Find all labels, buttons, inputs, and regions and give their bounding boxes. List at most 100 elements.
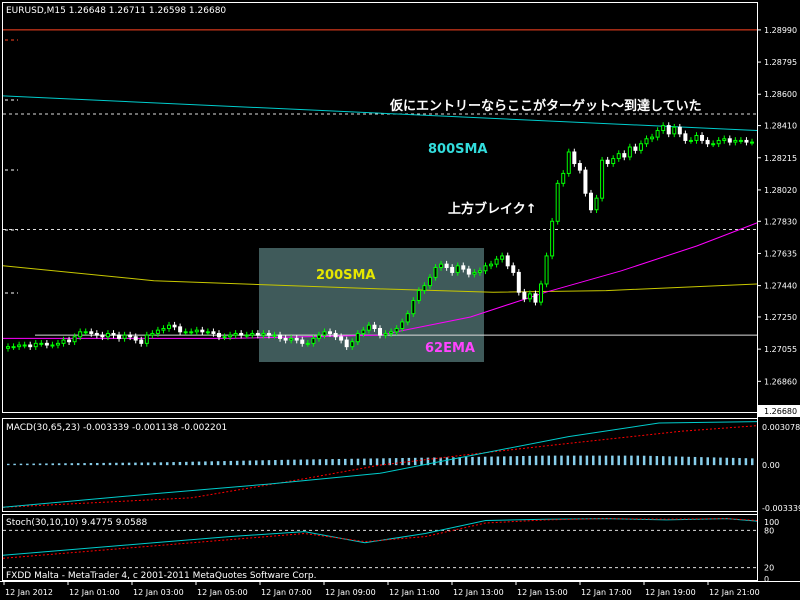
candle-body — [461, 265, 466, 270]
macd-histogram-bar — [337, 458, 341, 466]
macd-histogram-bar — [83, 463, 86, 466]
candle — [733, 137, 738, 146]
candle-body — [133, 336, 138, 341]
candle-body — [100, 334, 105, 338]
candle — [550, 217, 555, 260]
candle — [588, 189, 593, 214]
candle — [738, 137, 743, 144]
candle-body — [339, 336, 344, 341]
candle-body — [405, 313, 410, 323]
macd-histogram-bar — [324, 459, 328, 466]
candle — [150, 330, 155, 339]
macd-histogram-bar — [413, 457, 417, 466]
candle-body — [605, 159, 610, 165]
macd-histogram-bar — [725, 457, 729, 466]
candle — [655, 127, 660, 141]
price-tick-label: 1.27055 — [764, 345, 797, 354]
candle-body — [172, 324, 177, 328]
macd-histogram-bar — [483, 456, 487, 466]
candle-body — [266, 332, 271, 336]
candle-body — [466, 268, 471, 275]
candle — [577, 160, 582, 174]
candle-body — [255, 332, 260, 336]
candle-body — [222, 336, 227, 339]
candle-body — [677, 126, 682, 135]
price-tick-label: 1.28410 — [764, 122, 797, 131]
macd-histogram-bar — [153, 462, 156, 466]
candle-body — [355, 332, 360, 343]
candle — [600, 156, 605, 202]
price-tick-label: 1.28990 — [764, 26, 797, 35]
macd-histogram-bar — [318, 459, 322, 466]
macd-histogram-bar — [464, 457, 468, 466]
candle-body — [550, 220, 555, 257]
macd-histogram-bar — [165, 462, 169, 466]
macd-histogram-bar — [598, 455, 601, 466]
candle-body — [183, 331, 188, 334]
candle-body — [744, 139, 749, 143]
candle-body — [89, 331, 94, 334]
candle-body — [650, 136, 655, 140]
sma800-label: 800SMA — [428, 142, 488, 157]
candle-body — [328, 331, 333, 334]
candle — [666, 122, 671, 138]
candle-body — [433, 266, 438, 278]
candle-body — [505, 255, 510, 267]
candle — [627, 143, 632, 161]
candle-body — [472, 271, 477, 275]
candle-body — [216, 332, 221, 338]
candle — [494, 255, 499, 268]
candle — [605, 156, 610, 167]
macd-chart — [2, 421, 758, 508]
candle-body — [239, 332, 244, 336]
candle-body — [533, 293, 538, 303]
candle — [122, 331, 127, 342]
candle-body — [139, 339, 144, 344]
macd-histogram-bar — [280, 459, 283, 466]
candle-body — [155, 329, 160, 334]
macd-histogram-bar — [687, 456, 690, 466]
time-tick-label: 12 Jan 03:00 — [133, 588, 184, 597]
candle-body — [683, 133, 688, 141]
macd-histogram-bar — [76, 463, 80, 466]
macd-histogram-bar — [204, 461, 207, 466]
candle — [511, 262, 516, 276]
candle-body — [144, 334, 149, 344]
macd-histogram-bar — [681, 456, 684, 466]
candle-body — [500, 255, 505, 260]
candle — [144, 331, 149, 347]
macd-histogram-bar — [13, 463, 16, 466]
candle — [750, 138, 754, 146]
candle-body — [489, 263, 494, 267]
candle — [616, 150, 621, 162]
macd-histogram-bar — [560, 455, 563, 466]
candle — [555, 180, 560, 225]
macd-histogram-bar — [261, 460, 264, 466]
stoch-header: Stoch(30,10,10) 9.4775 9.0588 — [6, 518, 147, 528]
candle — [17, 341, 22, 350]
macd-histogram-bar — [32, 463, 35, 466]
stoch-tick-label: 0 — [764, 575, 769, 584]
candle-body — [205, 331, 210, 334]
macd-histogram-bar — [312, 459, 315, 466]
candle-body — [566, 151, 571, 174]
macd-histogram-bar — [344, 458, 347, 466]
candle — [250, 330, 255, 339]
candle-body — [117, 334, 122, 339]
candle — [200, 326, 205, 336]
macd-histogram-bar — [102, 462, 105, 466]
time-tick-label: 12 Jan 13:00 — [453, 588, 504, 597]
candle — [239, 330, 244, 339]
candle-body — [94, 332, 99, 336]
macd-histogram-bar — [293, 459, 296, 466]
candle-body — [111, 332, 116, 336]
macd-histogram-bar — [267, 460, 271, 466]
candle — [672, 123, 677, 138]
candle-body — [167, 324, 172, 330]
macd-histogram-bar — [185, 461, 188, 466]
macd-histogram-bar — [394, 458, 398, 466]
candle — [183, 328, 188, 336]
candle-body — [711, 143, 716, 146]
macd-histogram-bar — [553, 455, 557, 466]
breakout-annotation: 上方ブレイク↑ — [448, 201, 537, 217]
